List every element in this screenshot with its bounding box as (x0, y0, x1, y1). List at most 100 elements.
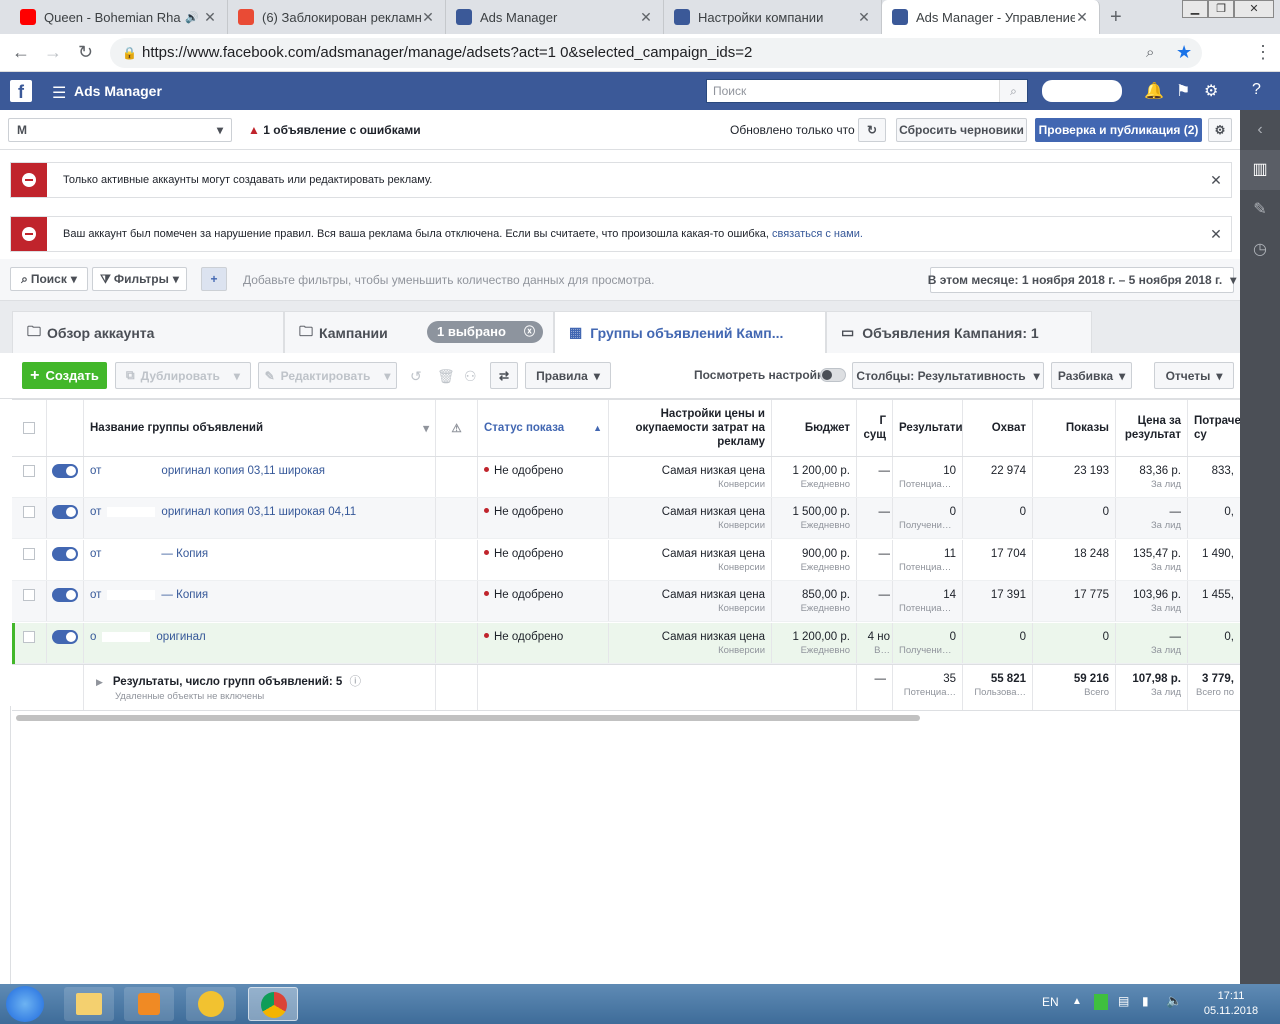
ad-set-name-link[interactable]: — Копия (161, 548, 208, 560)
bar-chart-icon[interactable]: ▥ (1240, 150, 1280, 190)
header-warning[interactable]: ⚠ (436, 400, 478, 456)
undo-icon[interactable]: ↺ (410, 368, 422, 385)
tray-app-icon[interactable] (1094, 994, 1108, 1010)
ad-set-name-prefix[interactable]: от (90, 548, 101, 560)
tab-campaigns[interactable]: 🗀 Кампании 1 выбрано ⓧ (284, 311, 554, 353)
close-alert-icon[interactable]: ✕ (1201, 226, 1231, 243)
create-button[interactable]: + Создать (22, 362, 107, 389)
reload-icon[interactable]: ↻ (78, 42, 93, 63)
trash-icon[interactable]: 🗑 (437, 368, 455, 385)
zoom-icon[interactable]: ⌕ (1146, 44, 1154, 61)
speaker-icon[interactable]: 🔊 (185, 11, 199, 24)
table-row[interactable]: от — Копия Не одобрено Самая низкая цена Кон… (12, 581, 1240, 623)
bookmark-star-icon[interactable]: ★ (1176, 42, 1192, 63)
collapse-icon[interactable]: ‹ (1240, 110, 1280, 150)
ab-test-icon[interactable]: ⚇ (464, 368, 477, 385)
close-window-button[interactable]: ✕ (1234, 0, 1274, 18)
ad-set-name-prefix[interactable]: о (90, 631, 96, 643)
expand-icon[interactable]: ▶ (96, 677, 103, 687)
row-checkbox[interactable] (23, 547, 35, 560)
row-checkbox[interactable] (23, 506, 35, 519)
tab-ad-sets[interactable]: ▦ Группы объявлений Камп... (554, 311, 826, 353)
header-cost-per-result[interactable]: Цена за результат (1116, 400, 1188, 456)
view-settings-toggle[interactable] (820, 368, 846, 382)
header-impressions[interactable]: Показы (1033, 400, 1116, 456)
ad-set-name-prefix[interactable]: от (90, 506, 101, 518)
ad-set-name-link[interactable]: оригинал копия 03,11 широкая 04,11 (161, 506, 356, 518)
ad-set-name-prefix[interactable]: от (90, 589, 101, 601)
ad-set-name-cell[interactable]: от оригинал копия 03,11 широкая (84, 457, 436, 497)
settings-gear-icon[interactable]: ⚙ (1204, 81, 1218, 101)
export-button[interactable]: ⇄ (490, 362, 518, 389)
rules-dropdown[interactable]: Правила ▾ (525, 362, 611, 389)
header-reach[interactable]: Охват (963, 400, 1033, 456)
date-range-picker[interactable]: В этом месяце: 1 ноября 2018 г. – 5 нояб… (928, 267, 1236, 293)
notifications-bell-icon[interactable]: 🔔 (1144, 81, 1164, 101)
flag-icon[interactable]: ⚑ (1176, 81, 1190, 101)
browser-tab-5-active[interactable]: Ads Manager - Управление ✕ (882, 0, 1100, 34)
search-icon[interactable]: ⌕ (999, 80, 1027, 102)
table-row[interactable]: от оригинал копия 03,11 широкая Не одобрен… (12, 457, 1240, 498)
filter-hint[interactable]: Добавьте фильтры, чтобы уменьшить количе… (243, 273, 654, 287)
toolbar-settings-button[interactable]: ⚙ (1208, 118, 1232, 142)
add-filter-button[interactable]: + (201, 267, 227, 291)
row-active-toggle[interactable] (52, 464, 78, 478)
breakdown-dropdown[interactable]: Разбивка ▾ (1051, 362, 1132, 389)
forward-icon[interactable]: → (44, 42, 62, 63)
ad-set-name-cell[interactable]: о оригинал (84, 622, 436, 663)
header-status[interactable]: Статус показа ▲ (478, 400, 609, 456)
start-button-icon[interactable] (6, 986, 44, 1022)
transfer-app-icon[interactable] (186, 987, 236, 1021)
new-tab-button[interactable]: + (1110, 6, 1122, 29)
header-bid[interactable]: Настройки цены и окупаемости затрат на р… (609, 400, 772, 456)
close-tab-icon[interactable]: ✕ (857, 9, 871, 26)
pencil-icon[interactable]: ✎ (1240, 190, 1280, 230)
browser-tab-3[interactable]: Ads Manager ✕ (446, 0, 664, 34)
header-last-significant[interactable]: Г сущ (857, 400, 893, 456)
header-select-all[interactable] (12, 400, 47, 456)
ad-set-name-prefix[interactable]: от (90, 465, 101, 477)
facebook-logo-icon[interactable]: f (10, 80, 32, 102)
budget-cell[interactable]: 850,00 р. Ежедневно (772, 581, 857, 622)
close-alert-icon[interactable]: ✕ (1201, 172, 1231, 189)
back-icon[interactable]: ← (12, 42, 30, 63)
facebook-search-input[interactable]: Поиск ⌕ (706, 79, 1028, 103)
header-results[interactable]: Результати (893, 400, 963, 456)
ad-set-name-cell[interactable]: от оригинал копия 03,11 широкая 04,11 (84, 498, 436, 539)
row-checkbox[interactable] (23, 589, 35, 602)
reset-drafts-button[interactable]: Сбросить черновики (896, 118, 1027, 142)
budget-cell[interactable]: 900,00 р. Ежедневно (772, 539, 857, 580)
row-active-toggle[interactable] (52, 546, 78, 561)
filters-dropdown[interactable]: ⧩ Фильтры ▾ (92, 267, 187, 291)
selected-badge[interactable]: 1 выбрано ⓧ (427, 321, 543, 343)
tab-account-overview[interactable]: 🗀 Обзор аккаунта (12, 311, 284, 353)
budget-cell[interactable]: 1 200,00 р. Ежедневно (772, 622, 857, 663)
help-icon[interactable]: ? (1252, 81, 1261, 99)
table-row[interactable]: о оригинал Не одобрено Самая низкая цена Кон… (12, 622, 1240, 664)
review-publish-button[interactable]: Проверка и публикация (2) (1035, 118, 1202, 142)
row-checkbox[interactable] (23, 465, 35, 477)
tab-ads[interactable]: ▭ Объявления Кампания: 1 (826, 311, 1092, 353)
ad-set-name-link[interactable]: оригинал копия 03,11 широкая (161, 465, 325, 477)
ad-set-name-link[interactable]: — Копия (161, 589, 208, 601)
row-active-toggle[interactable] (52, 629, 78, 644)
clock-icon[interactable]: ◷ (1240, 230, 1280, 270)
row-checkbox[interactable] (23, 630, 35, 643)
browser-menu-icon[interactable]: ⋮ (1254, 42, 1272, 63)
row-active-toggle[interactable] (52, 588, 78, 603)
minimize-button[interactable]: ▁ (1182, 0, 1208, 18)
volume-icon[interactable]: 🔈 (1166, 993, 1182, 1009)
clock[interactable]: 17:11 05.11.2018 (1196, 989, 1266, 1019)
error-notice[interactable]: ▲ 1 объявление с ошибками (248, 123, 421, 137)
language-indicator[interactable]: EN (1042, 995, 1059, 1009)
info-icon[interactable]: ⓘ (350, 676, 362, 688)
ad-set-name-link[interactable]: оригинал (156, 631, 205, 643)
header-budget[interactable]: Бюджет (772, 400, 857, 456)
search-dropdown[interactable]: ⌕ Поиск ▾ (10, 267, 88, 291)
budget-cell[interactable]: 1 500,00 р. Ежедневно (772, 498, 857, 539)
columns-dropdown[interactable]: Столбцы: Результативность ▾ (852, 362, 1044, 389)
header-amount-spent[interactable]: Потраче су (1188, 400, 1240, 456)
ad-set-name-cell[interactable]: от — Копия (84, 581, 436, 622)
reports-dropdown[interactable]: Отчеты ▾ (1154, 362, 1234, 389)
edit-button[interactable]: ✎ Редактировать ▾ (258, 362, 397, 389)
